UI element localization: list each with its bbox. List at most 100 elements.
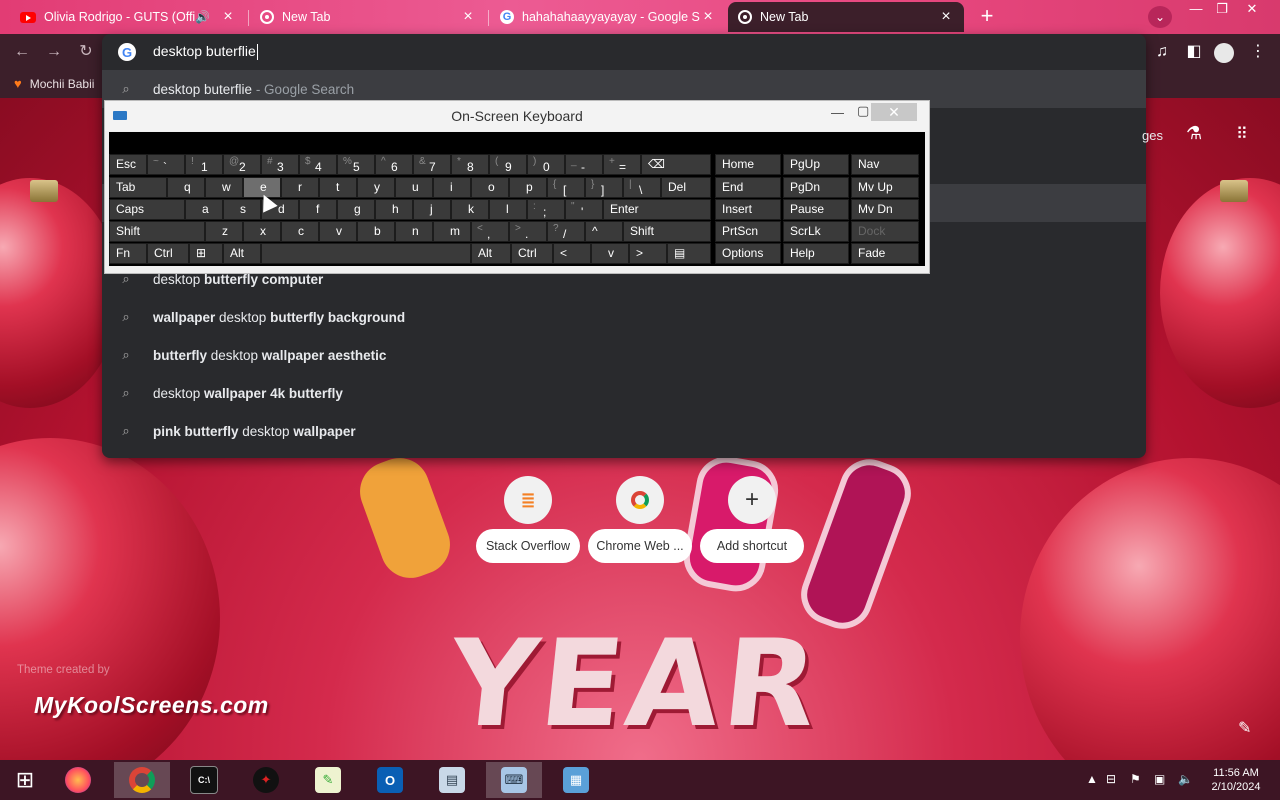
- osk-nav-key[interactable]: PgDn: [783, 177, 849, 198]
- media-control-icon[interactable]: ♫: [1152, 43, 1172, 61]
- address-input[interactable]: desktop buterflie: [153, 43, 258, 61]
- osk-key[interactable]: " ': [565, 199, 603, 220]
- taskbar-app[interactable]: ✦: [238, 762, 294, 798]
- theme-logo[interactable]: MyKoolScreens.com: [34, 692, 269, 719]
- osk-key[interactable]: z: [205, 221, 243, 242]
- osk-nav-key[interactable]: PgUp: [783, 154, 849, 175]
- osk-key[interactable]: >: [629, 243, 667, 264]
- window-close-button[interactable]: ✕: [1238, 0, 1266, 18]
- osk-key[interactable]: ) 0: [527, 154, 565, 175]
- close-icon[interactable]: ×: [220, 8, 236, 26]
- osk-nav-key[interactable]: ScrLk: [783, 221, 849, 242]
- suggestion-item[interactable]: ⌕ desktop wallpaper 4k butterfly: [102, 374, 1146, 412]
- osk-key[interactable]: Alt: [471, 243, 511, 264]
- osk-key[interactable]: Fn: [109, 243, 147, 264]
- osk-key[interactable]: @2: [223, 154, 261, 175]
- tab-new-tab[interactable]: New Tab ×: [250, 2, 486, 32]
- osk-key[interactable]: Del: [661, 177, 711, 198]
- osk-key[interactable]: Tab: [109, 177, 167, 198]
- osk-key[interactable]: & 7: [413, 154, 451, 175]
- minimize-button[interactable]: —: [1182, 0, 1210, 18]
- osk-nav-key[interactable]: Fade: [851, 243, 919, 264]
- osk-key[interactable]: ~ `: [147, 154, 185, 175]
- start-button[interactable]: ⊞: [0, 762, 50, 798]
- pencil-icon[interactable]: ✎: [1238, 718, 1251, 738]
- osk-key[interactable]: o: [471, 177, 509, 198]
- osk-key[interactable]: ^: [585, 221, 623, 242]
- tab-youtube[interactable]: Olivia Rodrigo - GUTS (Offic 🔊 ×: [10, 2, 246, 32]
- osk-key[interactable]: Shift: [109, 221, 205, 242]
- profile-avatar[interactable]: [1214, 43, 1234, 63]
- osk-key[interactable]: Ctrl: [511, 243, 553, 264]
- osk-minimize-button[interactable]: —: [831, 105, 844, 120]
- osk-key[interactable]: l: [489, 199, 527, 220]
- osk-key[interactable]: f: [299, 199, 337, 220]
- bookmark-item[interactable]: ♥ Mochii Babii: [14, 76, 94, 91]
- display-icon[interactable]: ▣: [1154, 772, 1165, 786]
- network-icon[interactable]: ⊟: [1106, 772, 1116, 786]
- osk-key[interactable]: ? /: [547, 221, 585, 242]
- restore-button[interactable]: ❐: [1208, 0, 1236, 18]
- taskbar-terminal[interactable]: C:\: [176, 762, 232, 798]
- menu-icon[interactable]: ⋮: [1248, 43, 1268, 61]
- osk-key[interactable]: y: [357, 177, 395, 198]
- taskbar-firefox[interactable]: [50, 762, 106, 798]
- taskbar-chrome[interactable]: [114, 762, 170, 798]
- suggestion-item[interactable]: ⌕ pink butterfly desktop wallpaper: [102, 412, 1146, 450]
- speaker-icon[interactable]: 🔊: [195, 10, 210, 24]
- new-tab-button[interactable]: +: [975, 5, 999, 28]
- osk-key[interactable]: (9: [489, 154, 527, 175]
- osk-key[interactable]: m: [433, 221, 471, 242]
- osk-key[interactable]: Esc: [109, 154, 147, 175]
- osk-key[interactable]: <: [553, 243, 591, 264]
- osk-spacebar[interactable]: [261, 243, 471, 264]
- osk-key[interactable]: ^ 6: [375, 154, 413, 175]
- osk-key[interactable]: Shift: [623, 221, 711, 242]
- tab-search-button[interactable]: ⌄: [1148, 6, 1172, 28]
- forward-icon[interactable]: →: [44, 43, 64, 61]
- osk-key[interactable]: :;: [527, 199, 565, 220]
- shortcut-tile[interactable]: ≣ Stack Overflow: [476, 476, 580, 566]
- osk-key[interactable]: k: [451, 199, 489, 220]
- osk-key[interactable]: ⊞: [189, 243, 223, 264]
- osk-key[interactable]: #3: [261, 154, 299, 175]
- osk-key[interactable]: >.: [509, 221, 547, 242]
- osk-key[interactable]: v: [319, 221, 357, 242]
- close-icon[interactable]: ×: [460, 8, 476, 26]
- osk-key[interactable]: }]: [585, 177, 623, 198]
- osk-key[interactable]: + =: [603, 154, 641, 175]
- shortcut-tile[interactable]: Chrome Web ...: [588, 476, 692, 566]
- osk-titlebar[interactable]: On-Screen Keyboard — ▢ ✕: [105, 101, 929, 131]
- osk-key[interactable]: g: [337, 199, 375, 220]
- osk-key[interactable]: % 5: [337, 154, 375, 175]
- flag-icon[interactable]: ⚑: [1130, 772, 1141, 786]
- labs-icon[interactable]: ⚗: [1186, 123, 1202, 144]
- osk-key[interactable]: ▤: [667, 243, 711, 264]
- add-shortcut-tile[interactable]: + Add shortcut: [700, 476, 804, 566]
- osk-key[interactable]: a: [185, 199, 223, 220]
- osk-key[interactable]: r: [281, 177, 319, 198]
- osk-nav-key[interactable]: PrtScn: [715, 221, 781, 242]
- osk-key[interactable]: p: [509, 177, 547, 198]
- osk-key[interactable]: s: [223, 199, 261, 220]
- osk-nav-key[interactable]: Options: [715, 243, 781, 264]
- osk-nav-key[interactable]: Mv Up: [851, 177, 919, 198]
- osk-maximize-button[interactable]: ▢: [857, 103, 869, 119]
- osk-key[interactable]: n: [395, 221, 433, 242]
- taskbar-app-window[interactable]: ▤: [424, 762, 480, 798]
- chevron-up-icon[interactable]: ▲: [1086, 772, 1098, 786]
- suggestion-item[interactable]: ⌕ wallpaper desktop butterfly background: [102, 298, 1146, 336]
- osk-key[interactable]: ⌫: [641, 154, 711, 175]
- osk-key[interactable]: v: [591, 243, 629, 264]
- osk-key[interactable]: h: [375, 199, 413, 220]
- osk-key[interactable]: u: [395, 177, 433, 198]
- osk-key[interactable]: Enter: [603, 199, 711, 220]
- osk-key[interactable]: i: [433, 177, 471, 198]
- osk-nav-key[interactable]: End: [715, 177, 781, 198]
- osk-key[interactable]: <,: [471, 221, 509, 242]
- osk-key[interactable]: j: [413, 199, 451, 220]
- close-icon[interactable]: ×: [700, 8, 716, 26]
- tab-new-tab-active[interactable]: New Tab ×: [728, 2, 964, 32]
- reload-icon[interactable]: ↻: [76, 43, 96, 61]
- osk-key[interactable]: b: [357, 221, 395, 242]
